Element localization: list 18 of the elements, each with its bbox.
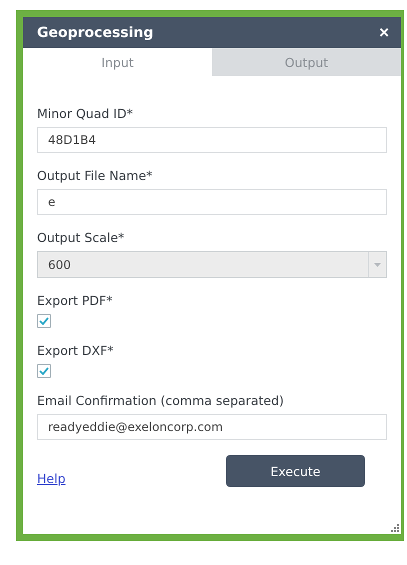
field-label: Export DXF* — [37, 343, 114, 358]
checkbox[interactable] — [37, 364, 51, 378]
field-label: Output File Name* — [37, 168, 152, 183]
input-field[interactable]: readyeddie@exeloncorp.com — [37, 414, 387, 440]
resize-grip-icon[interactable] — [391, 524, 399, 532]
execute-button[interactable]: Execute — [226, 455, 365, 487]
input-field[interactable]: e — [37, 189, 387, 215]
field-label: Email Confirmation (comma separated) — [37, 393, 284, 408]
caret-icon — [374, 262, 381, 266]
dropdown[interactable]: 600 — [37, 251, 387, 278]
field-label: Minor Quad ID* — [37, 106, 133, 121]
close-button[interactable]: × — [379, 22, 389, 42]
field-label: Export PDF* — [37, 293, 112, 308]
window-title: Geoprocessing — [37, 24, 154, 40]
field-label: Output Scale* — [37, 230, 124, 245]
checkbox[interactable] — [37, 314, 51, 328]
help-link[interactable]: Help — [37, 470, 66, 486]
input-field[interactable]: 48D1B4 — [37, 127, 387, 153]
